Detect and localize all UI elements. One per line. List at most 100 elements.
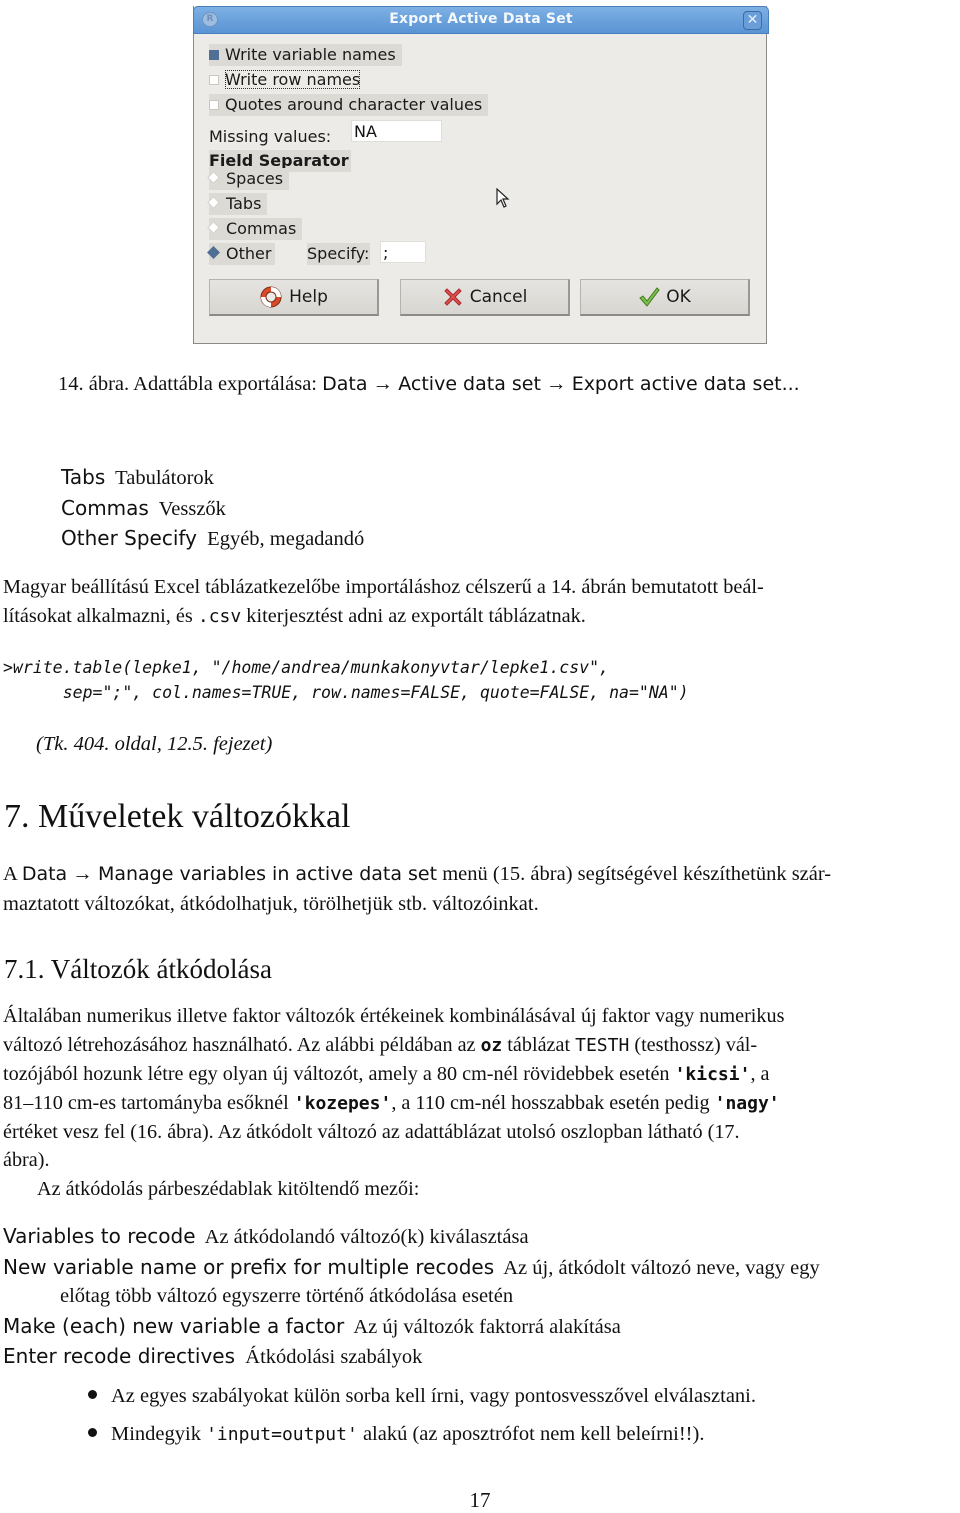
paragraph-line: Az átkódolás párbeszédablak kitöltendő m… xyxy=(37,1178,420,1200)
text: (testhossz) vál- xyxy=(629,1034,758,1056)
definition-new-variable-name: New variable name or prefix for multiple… xyxy=(3,1253,820,1283)
checkbox-unchecked-icon xyxy=(209,100,219,110)
definition-term: New variable name or prefix for multiple… xyxy=(3,1255,495,1279)
text: , a xyxy=(750,1063,770,1085)
radio-spaces[interactable]: Spaces xyxy=(207,168,290,190)
definition-term: Enter recode directives xyxy=(3,1344,236,1368)
inline-code: .csv xyxy=(197,606,242,627)
text: lításokat alkalmazni, és xyxy=(3,605,198,627)
radio-other[interactable]: Other xyxy=(207,243,275,265)
paragraph-line: ábra). xyxy=(3,1149,50,1171)
menu-path-active-data-set: Active data set xyxy=(398,373,541,395)
definition-desc: Az átkódolandó változó(k) kiválasztása xyxy=(204,1226,529,1248)
paragraph-line: értéket vesz fel (16. ábra). Az átkódolt… xyxy=(3,1121,740,1143)
help-button-label: Help xyxy=(289,287,328,307)
specify-label: Specify: xyxy=(307,243,371,265)
inline-code: 'input=output' xyxy=(206,1424,358,1445)
bullet-icon xyxy=(88,1428,97,1437)
text: tozójából hozunk létre egy olyan új vált… xyxy=(3,1063,675,1085)
definition-desc: Tabulátorok xyxy=(115,467,214,489)
checkbox-write-variable-names[interactable]: Write variable names xyxy=(209,44,402,66)
cancel-x-icon xyxy=(443,288,462,306)
lifebuoy-icon xyxy=(260,286,282,308)
menu-path-export: Export active data set... xyxy=(571,373,800,395)
arrow: → xyxy=(67,863,98,885)
dialog-titlebar[interactable]: R Export Active Data Set ✕ xyxy=(193,6,769,34)
radio-label: Other xyxy=(226,244,272,263)
inline-code: 'kicsi' xyxy=(674,1064,751,1085)
cancel-button-label: Cancel xyxy=(469,287,528,307)
missing-values-input[interactable] xyxy=(351,120,442,142)
paragraph-line: Magyar beállítású Excel táblázatkezelőbe… xyxy=(3,576,764,598)
definition-other-specify: Other Specify Egyéb, megadandó xyxy=(61,524,364,554)
paragraph-line: tozójából hozunk létre egy olyan új vált… xyxy=(3,1060,770,1089)
checkmark-icon xyxy=(639,287,660,307)
radio-unselected-icon xyxy=(207,196,220,209)
definition-make-factor: Make (each) new variable a factor Az új … xyxy=(3,1312,621,1342)
code-line: >write.table(lepke1, "/home/andrea/munka… xyxy=(3,658,609,677)
definition-term: Other Specify xyxy=(61,526,197,550)
definition-tabs: Tabs Tabulátorok xyxy=(61,463,214,493)
text: Az egyes szabályokat külön sorba kell ír… xyxy=(111,1385,756,1407)
radio-label: Tabs xyxy=(226,194,262,213)
inline-code: oz xyxy=(480,1035,503,1056)
menu-manage-variables: Manage variables in active data set xyxy=(97,863,438,885)
definition-variables-to-recode: Variables to recode Az átkódolandó válto… xyxy=(3,1222,529,1252)
menu-data: Data xyxy=(21,863,68,885)
dialog-title: Export Active Data Set xyxy=(389,11,573,27)
radio-unselected-icon xyxy=(207,171,220,184)
definition-commas: Commas Vesszők xyxy=(61,494,226,524)
radio-selected-icon xyxy=(207,246,220,259)
definition-desc: Az új, átkódolt változó neve, vagy egy xyxy=(503,1257,820,1279)
page-number: 17 xyxy=(469,1488,491,1512)
arrow: → xyxy=(546,373,567,395)
checkbox-quotes-around-character-values[interactable]: Quotes around character values xyxy=(209,94,489,116)
definition-enter-recode-directives: Enter recode directives Átkódolási szabá… xyxy=(3,1342,422,1372)
code-line: sep=";", col.names=TRUE, row.names=FALSE… xyxy=(23,683,689,702)
definition-term: Tabs xyxy=(61,465,106,489)
bullet-item: Mindegyik 'input=output' alakú (az aposz… xyxy=(88,1420,704,1449)
paragraph-line: 81–110 cm-es tartományba esőknél 'kozepe… xyxy=(3,1089,780,1118)
text: változó létrehozásához használható. Az a… xyxy=(3,1034,481,1056)
menu-path-data: Data xyxy=(322,373,368,395)
definition-term: Commas xyxy=(61,496,149,520)
caption-prefix: 14. ábra. Adattábla exportálása: xyxy=(58,373,323,395)
cancel-button[interactable]: Cancel xyxy=(400,279,570,316)
definition-term: Variables to recode xyxy=(3,1224,196,1248)
definition-desc: Átkódolási szabályok xyxy=(245,1346,423,1368)
definition-continuation: előtag több változó egyszerre történő át… xyxy=(60,1285,514,1307)
checkbox-unchecked-icon xyxy=(209,75,219,85)
subsection-heading: 7.1. Változók átkódolása xyxy=(4,954,272,984)
radio-tabs[interactable]: Tabs xyxy=(207,193,268,215)
bullet-item: Az egyes szabályokat külön sorba kell ír… xyxy=(88,1382,756,1411)
ok-button[interactable]: OK xyxy=(580,279,750,316)
inline-code: 'kozepes' xyxy=(293,1093,392,1114)
radio-unselected-icon xyxy=(207,221,220,234)
definition-desc: Vesszők xyxy=(158,498,226,520)
text: A xyxy=(3,863,22,885)
bullet-icon xyxy=(88,1390,97,1399)
checkbox-label: Write row names xyxy=(225,70,361,89)
checkbox-write-row-names[interactable]: Write row names xyxy=(209,69,367,91)
text: kiterjesztést adni az exportált táblázat… xyxy=(241,605,586,627)
radio-label: Spaces xyxy=(226,169,284,188)
text: Mindegyik xyxy=(111,1423,207,1445)
text: menü (15. ábra) segítségével készíthetün… xyxy=(437,863,832,885)
radio-commas[interactable]: Commas xyxy=(207,218,303,240)
checkbox-checked-icon xyxy=(209,50,219,60)
radio-label: Commas xyxy=(226,219,297,238)
inline-code: 'nagy' xyxy=(714,1093,780,1114)
paragraph-line: változó létrehozásához használható. Az a… xyxy=(3,1031,757,1060)
ok-button-label: OK xyxy=(666,287,691,307)
close-icon[interactable]: ✕ xyxy=(743,11,762,30)
checkbox-label: Quotes around character values xyxy=(225,95,483,114)
text: táblázat xyxy=(502,1034,576,1056)
help-button[interactable]: Help xyxy=(209,279,379,316)
paragraph-line: A Data → Manage variables in active data… xyxy=(3,860,831,889)
inline-code: TESTH xyxy=(575,1035,630,1056)
specify-input[interactable] xyxy=(380,241,426,263)
definition-term: Make (each) new variable a factor xyxy=(3,1314,345,1338)
figure-caption: 14. ábra. Adattábla exportálása: Data → … xyxy=(58,370,800,399)
text: alakú (az aposztrófot nem kell beleírni!… xyxy=(357,1423,705,1445)
checkbox-label: Write variable names xyxy=(225,45,396,64)
